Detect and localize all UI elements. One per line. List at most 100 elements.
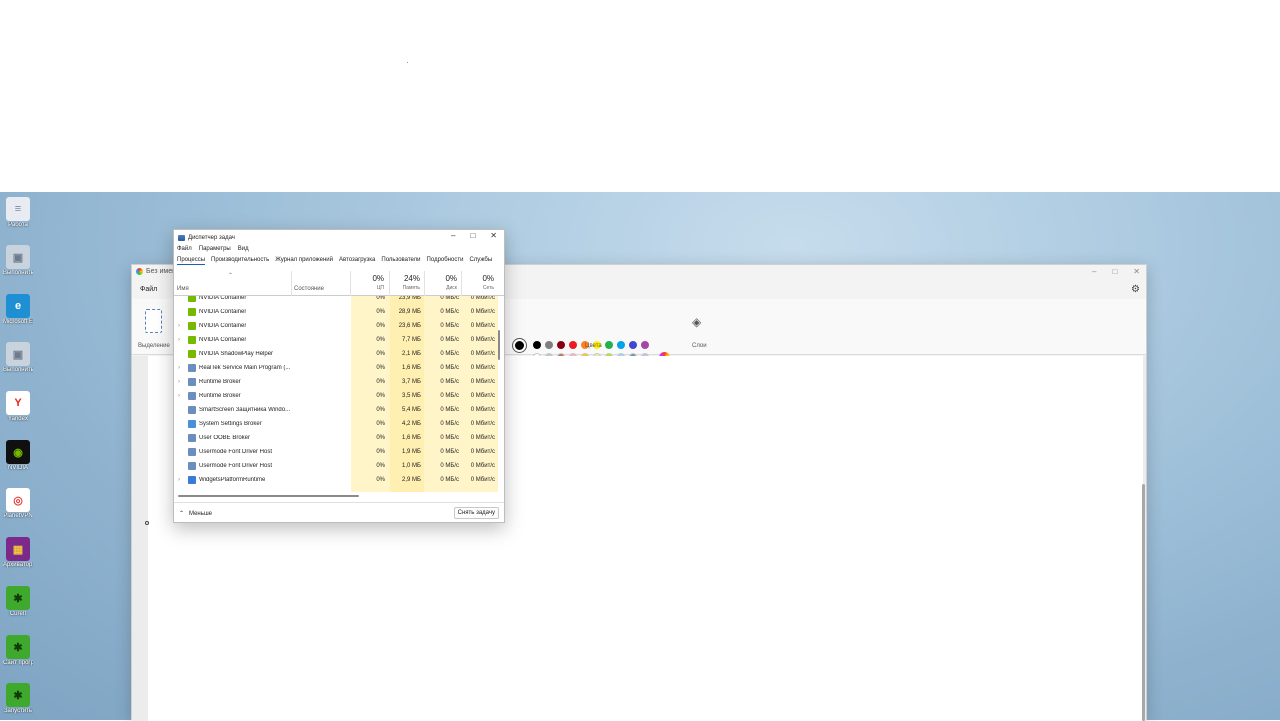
- process-row[interactable]: › Runtime Broker 0% 3,7 МБ 0 МБ/с 0 Мбит/с: [174, 375, 498, 389]
- desktop-icon[interactable]: eMicrosoft Edge: [3, 294, 33, 326]
- column-cpu[interactable]: 0% ЦП: [372, 274, 384, 291]
- color-swatch[interactable]: [617, 341, 625, 349]
- app-icon: ▣: [6, 342, 30, 366]
- process-cpu: 0%: [376, 435, 385, 441]
- process-row[interactable]: User OOBE Broker 0% 1,6 МБ 0 МБ/с 0 Мбит/с: [174, 431, 498, 445]
- tm-menu-options[interactable]: Параметры: [199, 246, 231, 252]
- desktop-icon[interactable]: ✱Сайт программы: [3, 635, 33, 667]
- process-name: Runtime Broker: [199, 379, 241, 385]
- tab-processes[interactable]: Процессы: [177, 257, 206, 265]
- minimize-icon[interactable]: –: [451, 231, 455, 240]
- tm-tabs: Процессы Производительность Журнал прило…: [174, 257, 504, 265]
- fewer-details-button[interactable]: ⌃ Меньше: [179, 510, 212, 518]
- process-row[interactable]: Usermode Font Driver Host 0% 1,9 МБ 0 МБ/с 0…: [174, 445, 498, 459]
- process-memory: 1,6 МБ: [402, 365, 421, 371]
- close-icon[interactable]: ✕: [490, 231, 497, 240]
- tm-column-header: ⌃ Имя Состояние 0% ЦП 24% Память 0% Диск…: [174, 269, 504, 296]
- tm-window-controls: – □ ✕: [451, 231, 497, 240]
- tab-users[interactable]: Пользователи: [381, 257, 420, 265]
- selection-tool-button[interactable]: [145, 309, 162, 333]
- disk-percent: 0%: [445, 274, 457, 283]
- primary-color[interactable]: [513, 339, 526, 352]
- tab-services[interactable]: Службы: [469, 257, 492, 265]
- desktop-icon[interactable]: ▣ Выполнить: [3, 245, 33, 277]
- expand-chevron-icon[interactable]: ›: [178, 323, 180, 329]
- process-row[interactable]: NVIDIA ShadowPlay Helper 0% 2,1 МБ 0 МБ/с 0 …: [174, 347, 498, 361]
- desktop-icon[interactable]: ▣ Выполнить: [3, 342, 33, 374]
- desktop-icon[interactable]: ◎ PlanetVPN: [3, 488, 33, 520]
- tm-titlebar[interactable]: Диспетчер задач: [178, 233, 235, 243]
- process-icon: [188, 406, 196, 414]
- maximize-icon[interactable]: □: [1112, 267, 1117, 276]
- desktop-icon[interactable]: ✱ Запустить: [3, 683, 33, 715]
- tab-app-history[interactable]: Журнал приложений: [275, 257, 333, 265]
- paint-app-icon: [136, 268, 143, 275]
- process-row[interactable]: › WidgetsPlatformRuntime 0% 2,9 МБ 0 МБ/с 0 М…: [174, 473, 498, 487]
- desktop-icon[interactable]: ▦Архиватор WinRAR: [3, 537, 33, 569]
- color-swatch[interactable]: [569, 341, 577, 349]
- process-name: Usermode Font Driver Host: [199, 463, 273, 469]
- expand-chevron-icon[interactable]: ›: [178, 379, 180, 385]
- color-swatch[interactable]: [605, 341, 613, 349]
- process-memory: 5,4 МБ: [402, 407, 421, 413]
- process-icon: [188, 434, 196, 442]
- column-disk[interactable]: 0% Диск: [445, 274, 457, 291]
- process-row[interactable]: › RealTek Service Main Program (... 0% 1,6 …: [174, 361, 498, 375]
- color-swatch[interactable]: [533, 341, 541, 349]
- tab-performance[interactable]: Производительность: [211, 257, 269, 265]
- tm-horizontal-scrollbar[interactable]: [178, 495, 359, 497]
- color-swatch[interactable]: [641, 341, 649, 349]
- process-name: User OOBE Broker: [199, 435, 251, 441]
- desktop-icon[interactable]: ≡ Работа: [3, 197, 33, 229]
- gear-icon[interactable]: ⚙: [1131, 284, 1140, 295]
- minimize-icon[interactable]: –: [1092, 267, 1096, 276]
- color-swatch[interactable]: [545, 341, 553, 349]
- paint-menu-file[interactable]: Файл: [140, 286, 157, 293]
- color-swatch[interactable]: [629, 341, 637, 349]
- canvas-resize-handle[interactable]: [145, 521, 149, 525]
- process-memory: 4,2 МБ: [402, 421, 421, 427]
- desktop-icon[interactable]: Y Yandex: [3, 391, 33, 423]
- expand-chevron-icon[interactable]: ›: [178, 365, 180, 371]
- end-task-button[interactable]: Снять задачу: [453, 507, 499, 519]
- process-cpu: 0%: [376, 449, 385, 455]
- column-state[interactable]: Состояние: [294, 286, 324, 292]
- process-row[interactable]: › Runtime Broker 0% 3,5 МБ 0 МБ/с 0 Мбит/с: [174, 389, 498, 403]
- column-name[interactable]: Имя: [177, 286, 189, 292]
- app-icon: ▣: [6, 245, 30, 269]
- expand-chevron-icon[interactable]: ›: [178, 393, 180, 399]
- color-swatch[interactable]: [557, 341, 565, 349]
- column-memory[interactable]: 24% Память: [403, 274, 420, 291]
- process-name: RealTek Service Main Program (...: [199, 365, 291, 371]
- process-row[interactable]: › NVIDIA Container 0% 23,6 МБ 0 МБ/с 0 Мбит/с: [174, 319, 498, 333]
- expand-chevron-icon[interactable]: ›: [178, 477, 180, 483]
- process-row[interactable]: NVIDIA Container 0% 23,9 МБ 0 МБ/с 0 Мбит/с: [174, 296, 498, 305]
- process-network: 0 Мбит/с: [470, 351, 495, 357]
- close-icon[interactable]: ✕: [1133, 267, 1140, 276]
- tm-menu-file[interactable]: Файл: [177, 246, 192, 252]
- desktop-icon-label: CureIt: [9, 611, 27, 617]
- expand-chevron-icon[interactable]: ›: [178, 337, 180, 343]
- process-disk: 0 МБ/с: [440, 379, 459, 385]
- process-cpu: 0%: [376, 407, 385, 413]
- tab-details[interactable]: Подробности: [427, 257, 464, 265]
- process-row[interactable]: Usermode Font Driver Host 0% 1,0 МБ 0 МБ/с 0…: [174, 459, 498, 473]
- desktop-icon[interactable]: ✱ CureIt: [3, 586, 33, 618]
- tm-vertical-scrollbar[interactable]: [498, 330, 500, 360]
- tab-startup[interactable]: Автозагрузка: [339, 257, 375, 265]
- process-row[interactable]: › NVIDIA Container 0% 7,7 МБ 0 МБ/с 0 Мбит/с: [174, 333, 498, 347]
- layers-icon[interactable]: ◈: [692, 315, 701, 329]
- desktop-icon-label: Выполнить: [3, 270, 33, 276]
- tm-menu-view[interactable]: Вид: [238, 246, 249, 252]
- desktop-icon[interactable]: ◉ NVIDIA: [3, 440, 33, 472]
- column-network[interactable]: 0% Сеть: [482, 274, 494, 291]
- sort-arrow-icon[interactable]: ⌃: [228, 272, 233, 279]
- process-memory: 7,7 МБ: [402, 337, 421, 343]
- vertical-scrollbar[interactable]: [1142, 484, 1145, 721]
- maximize-icon[interactable]: □: [470, 231, 475, 240]
- process-cpu: 0%: [376, 309, 385, 315]
- process-row[interactable]: NVIDIA Container 0% 28,9 МБ 0 МБ/с 0 Мбит/с: [174, 305, 498, 319]
- process-rows: NVIDIA Container 0% 23,9 МБ 0 МБ/с 0 Мбит/с N…: [174, 296, 498, 487]
- process-row[interactable]: SmartScreen Защитника Windo... 0% 5,4 МБ 0 …: [174, 403, 498, 417]
- process-row[interactable]: System Settings Broker 0% 4,2 МБ 0 МБ/с 0 Мб…: [174, 417, 498, 431]
